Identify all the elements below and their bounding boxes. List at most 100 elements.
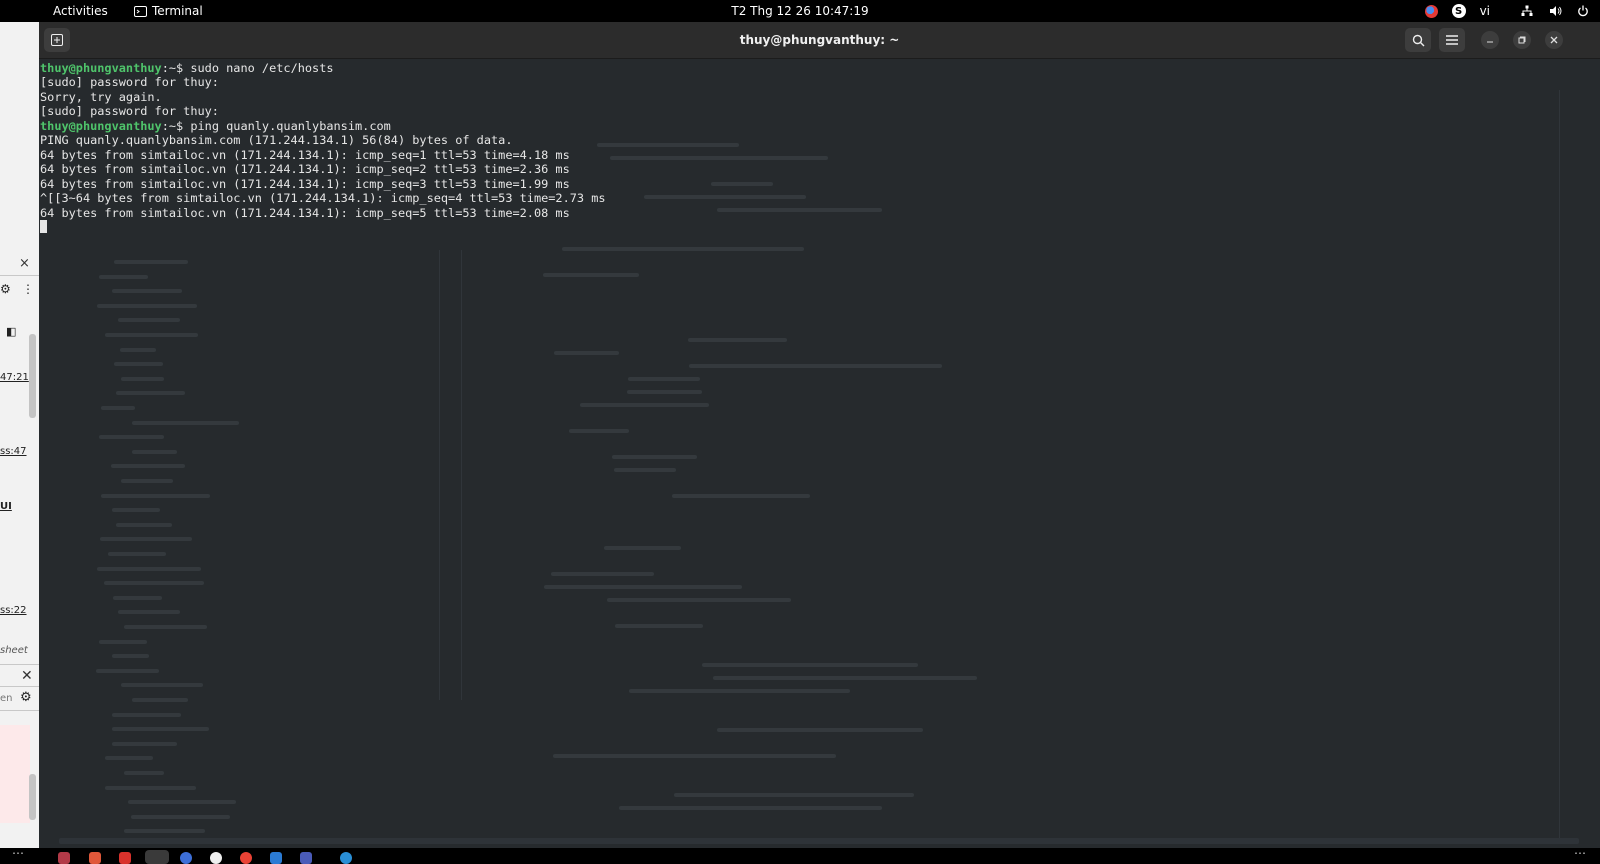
gnome-top-bar: Activities Terminal T2 Thg 12 26 10:47:1… — [0, 0, 1600, 22]
power-icon[interactable] — [1576, 4, 1590, 18]
text-label: UI — [0, 501, 12, 512]
new-tab-button[interactable] — [44, 28, 70, 52]
ghost-line — [100, 493, 210, 498]
prompt-path: :~ — [161, 61, 177, 75]
search-button[interactable] — [1405, 28, 1431, 52]
vscode-icon[interactable] — [270, 852, 282, 864]
ghost-line — [603, 546, 682, 550]
restore-icon — [1518, 36, 1526, 44]
ghost-line — [105, 333, 198, 337]
dock: ⋯ ⋯ — [0, 846, 1600, 864]
menu-button[interactable] — [1439, 28, 1465, 52]
ghost-line — [97, 303, 198, 308]
ghost-line — [108, 552, 167, 556]
ghost-line — [123, 771, 165, 775]
app-icon[interactable] — [340, 852, 352, 864]
ghost-line — [618, 806, 882, 810]
terminal-line: [sudo] password for thuy: — [40, 104, 219, 119]
ghost-line — [111, 727, 209, 732]
ghost-line — [674, 793, 915, 797]
ghost-line — [101, 406, 136, 410]
ghost-line — [98, 274, 149, 279]
network-icon[interactable] — [1520, 4, 1534, 18]
gear-icon[interactable]: ⚙ — [0, 282, 11, 296]
input-language-indicator[interactable]: vi — [1480, 4, 1490, 18]
ghost-line — [131, 420, 240, 425]
scrollbar[interactable] — [29, 774, 36, 820]
ghost-line — [112, 654, 150, 659]
ghost-divider — [1559, 90, 1560, 840]
window-title: thuy@phungvanthuy: ~ — [739, 33, 900, 47]
ghost-line — [132, 698, 189, 702]
ghost-line — [611, 455, 697, 459]
ghost-line — [131, 814, 230, 819]
terminal-window: thuy@phungvanthuy: ~ thuy@phungvanthuy:~… — [39, 22, 1600, 848]
collapse-panel-icon[interactable]: ◧ — [6, 325, 16, 338]
command-text: $ sudo nano /etc/hosts — [176, 61, 334, 75]
new-tab-icon — [51, 34, 63, 46]
ghost-line — [104, 785, 197, 790]
text-cursor — [40, 219, 47, 233]
activities-button[interactable]: Activities — [53, 4, 108, 18]
app-icon[interactable] — [300, 852, 312, 864]
overflow-icon[interactable]: ⋯ — [1574, 846, 1586, 860]
close-button[interactable] — [1545, 31, 1563, 49]
ghost-line — [123, 829, 206, 834]
ghost-line — [118, 610, 181, 615]
ghost-line — [702, 663, 919, 667]
app-icon[interactable] — [119, 852, 131, 864]
software-icon[interactable] — [89, 852, 101, 864]
ghost-line — [104, 756, 154, 761]
ghost-line — [116, 391, 186, 396]
app-icon[interactable] — [210, 852, 222, 864]
ghost-line — [111, 289, 183, 294]
ghost-status-bar — [59, 838, 1579, 844]
terminal-line: ^[[3~64 bytes from simtailoc.vn (171.244… — [40, 191, 606, 206]
terminal-content[interactable]: thuy@phungvanthuy:~$ sudo nano /etc/host… — [39, 60, 1600, 848]
files-icon[interactable] — [58, 852, 70, 864]
ghost-line — [121, 683, 203, 688]
ghost-line — [120, 376, 164, 381]
ghost-line — [671, 494, 810, 498]
minimize-button[interactable] — [1481, 31, 1499, 49]
system-tray: S vi — [1424, 2, 1590, 20]
close-icon — [1550, 36, 1558, 44]
highlight-region — [0, 725, 30, 823]
maximize-button[interactable] — [1513, 31, 1531, 49]
ghost-line — [112, 595, 162, 600]
ghost-line — [688, 364, 943, 368]
timestamp: ss:22 — [0, 605, 27, 616]
terminal-dock-icon[interactable] — [145, 850, 169, 864]
ghost-line — [132, 449, 178, 454]
prompt-path: :~ — [161, 118, 177, 133]
ghost-line — [688, 338, 788, 342]
command-text: $ ping quanly.quanlybansim.com — [176, 118, 391, 133]
volume-icon[interactable] — [1548, 4, 1562, 18]
gear-icon[interactable]: ⚙ — [20, 690, 32, 705]
ghost-line — [111, 712, 182, 717]
show-apps-button[interactable]: ⋯ — [12, 846, 24, 860]
ghost-line — [613, 468, 676, 472]
ghost-line — [95, 668, 159, 673]
ghost-line — [717, 728, 924, 732]
close-icon[interactable]: ✕ — [21, 668, 33, 684]
app-menu-button[interactable]: Terminal — [134, 4, 203, 18]
terminal-line: 64 bytes from simtailoc.vn (171.244.134.… — [40, 176, 570, 191]
terminal-line: Sorry, try again. — [40, 89, 162, 104]
browser-icon[interactable] — [180, 852, 192, 864]
skype-icon[interactable]: S — [1451, 4, 1466, 18]
app-name-label: Terminal — [152, 4, 203, 18]
ghost-line — [551, 572, 655, 576]
terminal-line: 64 bytes from simtailoc.vn (171.244.134.… — [40, 205, 570, 220]
scrollbar[interactable] — [29, 334, 36, 418]
prompt-user: thuy@phungvanthuy — [40, 61, 162, 75]
ghost-line — [552, 754, 837, 758]
kebab-menu-icon[interactable]: ⋮ — [22, 282, 34, 296]
chrome-icon[interactable] — [240, 852, 252, 864]
ghost-line — [117, 318, 181, 323]
chrome-tray-icon[interactable] — [1424, 4, 1438, 18]
clock[interactable]: T2 Thg 12 26 10:47:19 — [731, 4, 868, 18]
close-icon[interactable]: × — [19, 256, 30, 271]
ghost-line — [609, 156, 828, 160]
terminal-line: PING quanly.quanlybansim.com (171.244.13… — [40, 133, 513, 148]
